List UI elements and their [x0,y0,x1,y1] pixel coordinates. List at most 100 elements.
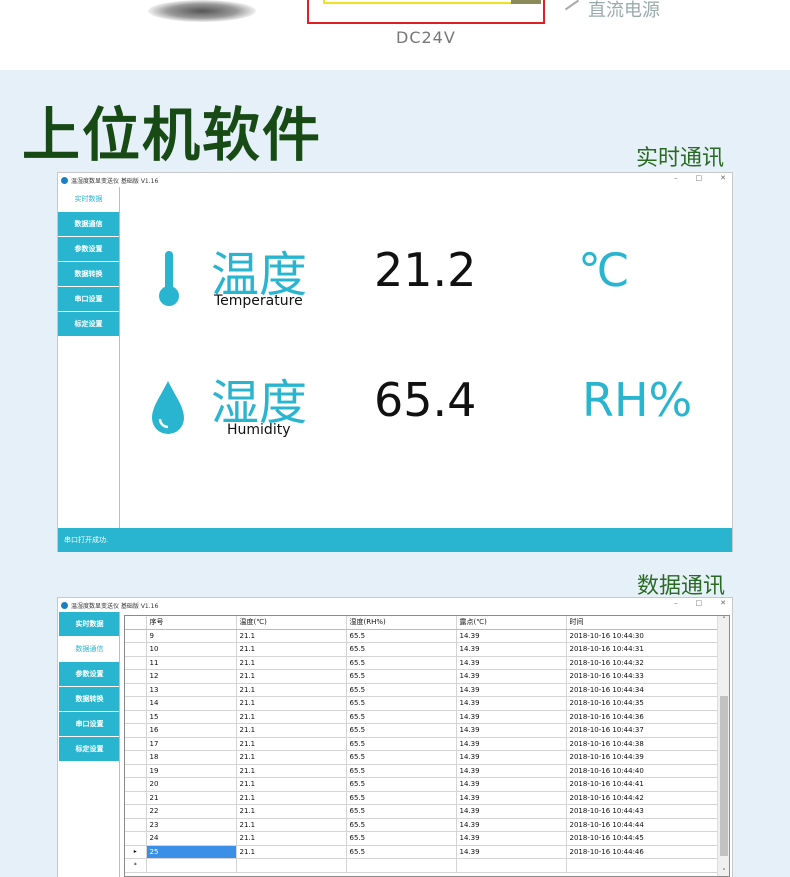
table-cell[interactable]: 14.39 [456,723,567,738]
row-header[interactable] [125,818,147,832]
table-cell[interactable]: 65.5 [346,723,457,738]
table-cell[interactable]: 14.39 [456,764,567,778]
table-cell[interactable]: 65.5 [346,656,457,670]
table-cell[interactable]: 65.5 [346,750,457,765]
table-cell[interactable]: 14.39 [456,818,567,832]
table-cell[interactable]: 2018-10-16 10:44:45 [566,831,720,846]
table-cell[interactable]: 21.1 [236,723,347,738]
table-row[interactable]: 17 21.1 65.5 14.39 2018-10-16 10:44:38 [125,737,720,751]
table-cell[interactable]: 14.39 [456,777,567,792]
row-header[interactable] [125,737,147,751]
nav-realtime[interactable]: 实时数据 [59,612,120,636]
row-header[interactable] [125,642,147,657]
table-cell[interactable]: 14.39 [456,831,567,846]
table-cell[interactable]: 14.39 [456,737,567,751]
table-cell[interactable]: 19 [146,764,237,778]
table-cell[interactable]: 21.1 [236,791,347,805]
new-row[interactable]: * [125,858,720,873]
table-cell[interactable]: 21 [146,791,237,805]
table-cell[interactable]: 10 [146,642,237,657]
table-cell[interactable]: 22 [146,804,237,819]
table-cell[interactable]: 65.5 [346,737,457,751]
row-header[interactable] [125,831,147,846]
table-cell[interactable]: 2018-10-16 10:44:43 [566,804,720,819]
table-row[interactable]: 22 21.1 65.5 14.39 2018-10-16 10:44:43 [125,804,720,819]
table-row[interactable]: 10 21.1 65.5 14.39 2018-10-16 10:44:31 [125,642,720,657]
table-cell[interactable]: 65.5 [346,777,457,792]
table-cell[interactable]: 17 [146,737,237,751]
row-header[interactable] [125,791,147,805]
row-header[interactable] [125,764,147,778]
table-cell[interactable]: 14.39 [456,656,567,670]
table-row[interactable]: 18 21.1 65.5 14.39 2018-10-16 10:44:39 [125,750,720,765]
table-row[interactable]: 9 21.1 65.5 14.39 2018-10-16 10:44:30 [125,629,720,643]
table-row[interactable]: 12 21.1 65.5 14.39 2018-10-16 10:44:33 [125,669,720,684]
table-cell[interactable]: 65.5 [346,683,457,697]
table-cell[interactable]: 2018-10-16 10:44:46 [566,845,720,859]
table-cell[interactable]: 2018-10-16 10:44:38 [566,737,720,751]
column-header-index[interactable]: 序号 [146,616,237,630]
table-cell[interactable]: 2018-10-16 10:44:40 [566,764,720,778]
table-cell[interactable]: 14.39 [456,669,567,684]
table-row[interactable]: ▸ 25 21.1 65.5 14.39 2018-10-16 10:44:46 [125,845,720,859]
table-cell[interactable]: 2018-10-16 10:44:42 [566,791,720,805]
row-header[interactable] [125,629,147,643]
table-cell[interactable]: 14.39 [456,696,567,711]
nav-params[interactable]: 参数设置 [59,662,120,686]
table-cell[interactable]: 24 [146,831,237,846]
table-cell[interactable]: 21.1 [236,683,347,697]
minimize-button[interactable]: – [674,599,678,607]
table-row[interactable]: 21 21.1 65.5 14.39 2018-10-16 10:44:42 [125,791,720,805]
table-cell[interactable]: 2018-10-16 10:44:39 [566,750,720,765]
table-cell[interactable]: 21.1 [236,656,347,670]
table-cell[interactable]: 11 [146,656,237,670]
column-header-time[interactable]: 时间 [566,616,720,630]
table-row[interactable]: 13 21.1 65.5 14.39 2018-10-16 10:44:34 [125,683,720,697]
nav-calibration[interactable]: 标定设置 [59,737,120,761]
table-cell[interactable]: 14.39 [456,791,567,805]
table-cell[interactable]: 21.1 [236,818,347,832]
table-cell[interactable]: 21.1 [236,737,347,751]
table-cell[interactable]: 2018-10-16 10:44:35 [566,696,720,711]
nav-data-comm[interactable]: 数据通信 [58,212,119,236]
table-row[interactable]: 16 21.1 65.5 14.39 2018-10-16 10:44:37 [125,723,720,738]
column-header-dewpoint[interactable]: 露点(℃) [456,616,567,630]
table-cell[interactable]: 21.1 [236,831,347,846]
row-header[interactable] [125,750,147,765]
table-cell[interactable] [346,858,457,873]
table-cell[interactable]: 65.5 [346,629,457,643]
row-header[interactable] [125,669,147,684]
table-cell[interactable]: 2018-10-16 10:44:37 [566,723,720,738]
table-row[interactable]: 20 21.1 65.5 14.39 2018-10-16 10:44:41 [125,777,720,792]
table-row[interactable]: 15 21.1 65.5 14.39 2018-10-16 10:44:36 [125,710,720,724]
table-cell[interactable]: 21.1 [236,642,347,657]
table-cell[interactable]: 12 [146,669,237,684]
table-cell[interactable]: 2018-10-16 10:44:30 [566,629,720,643]
maximize-button[interactable]: □ [696,599,703,607]
table-cell[interactable]: 14.39 [456,629,567,643]
nav-conversion[interactable]: 数据转换 [59,687,120,711]
table-cell[interactable]: 2018-10-16 10:44:44 [566,818,720,832]
nav-conversion[interactable]: 数据转换 [58,262,119,286]
table-cell[interactable]: 25 [146,845,237,859]
table-cell[interactable]: 21.1 [236,710,347,724]
minimize-button[interactable]: – [674,174,678,182]
table-cell[interactable]: 65.5 [346,696,457,711]
nav-data-comm[interactable]: 数据通信 [59,637,120,661]
table-row[interactable]: 19 21.1 65.5 14.39 2018-10-16 10:44:40 [125,764,720,778]
table-cell[interactable]: 16 [146,723,237,738]
nav-serial[interactable]: 串口设置 [58,287,119,311]
table-cell[interactable]: 21.1 [236,845,347,859]
maximize-button[interactable]: □ [696,174,703,182]
row-header[interactable] [125,804,147,819]
table-cell[interactable]: 14.39 [456,683,567,697]
table-row[interactable]: 24 21.1 65.5 14.39 2018-10-16 10:44:45 [125,831,720,846]
table-cell[interactable]: 65.5 [346,831,457,846]
scroll-down-icon[interactable]: ˅ [718,868,729,876]
table-cell[interactable] [236,858,347,873]
table-cell[interactable]: 14.39 [456,845,567,859]
table-cell[interactable]: 14.39 [456,804,567,819]
table-cell[interactable]: 2018-10-16 10:44:33 [566,669,720,684]
table-row[interactable]: 14 21.1 65.5 14.39 2018-10-16 10:44:35 [125,696,720,711]
table-cell[interactable]: 14.39 [456,750,567,765]
